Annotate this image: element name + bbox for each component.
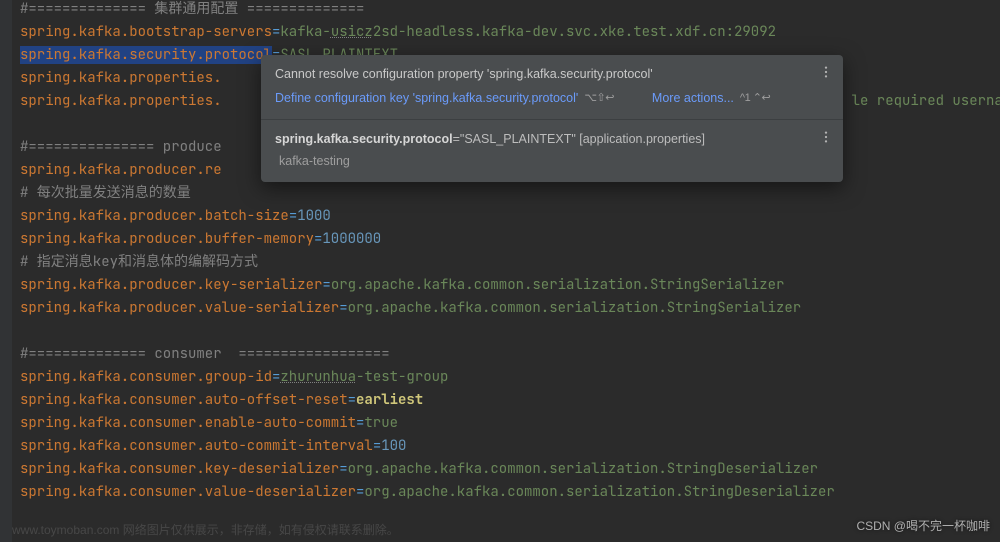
prop-val-typo: usicz [331, 23, 373, 41]
prop-key-selected: spring.kafka.security.protocol [20, 46, 272, 64]
popup-title: Cannot resolve configuration property 's… [275, 65, 829, 83]
shortcut-label: ^1 ⌃↩ [740, 89, 770, 107]
equals: = [289, 207, 297, 225]
prop-val: org.apache.kafka.common.serialization.St… [364, 483, 834, 501]
prop-key: spring.kafka.producer.batch-size [20, 207, 289, 225]
comment-line: #============== consumer ===============… [20, 345, 390, 363]
prop-val: org.apache.kafka.common.serialization.St… [348, 460, 818, 478]
prop-val: org.apache.kafka.common.serialization.St… [331, 276, 785, 294]
prop-key: spring.kafka.consumer.value-deserializer [20, 483, 356, 501]
prop-key: spring.kafka.properties. [20, 69, 222, 87]
equals: = [373, 437, 381, 455]
prop-key: spring.kafka.producer.re [20, 161, 222, 179]
prop-key: spring.kafka.producer.value-serializer [20, 299, 339, 317]
equals: = [322, 276, 330, 294]
prop-num: 1000 [297, 207, 331, 225]
popup-property-line: spring.kafka.security.protocol="SASL_PLA… [275, 130, 829, 148]
prop-num: 100 [381, 437, 406, 455]
prop-key: spring.kafka.consumer.key-deserializer [20, 460, 339, 478]
prop-key: spring.kafka.consumer.enable-auto-commit [20, 414, 356, 432]
prop-val: 2sd-headless.kafka-dev.svc.xke.test.xdf.… [373, 23, 776, 41]
prop-val-bold: earliest [356, 391, 423, 409]
prop-val: kafka- [280, 23, 330, 41]
equals: = [348, 391, 356, 409]
equals: = [339, 299, 347, 317]
comment-line: #=============== produce [20, 138, 222, 156]
equals: = [339, 460, 347, 478]
prop-val: true [364, 414, 398, 432]
prop-key: spring.kafka.consumer.group-id [20, 368, 272, 386]
prop-key: spring.kafka.bootstrap-servers [20, 23, 272, 41]
prop-val: le required userna [852, 92, 1000, 110]
prop-val-typo: zhurunhua [280, 368, 356, 386]
shortcut-label: ⌥⇧↩ [584, 89, 614, 107]
bottom-notice: www.toymoban.com 网络图片仅供展示，非存储，如有侵权请联系删除。 [12, 519, 399, 542]
more-menu-icon[interactable] [819, 130, 833, 144]
define-config-link[interactable]: Define configuration key 'spring.kafka.s… [275, 89, 578, 107]
prop-key: spring.kafka.consumer.auto-commit-interv… [20, 437, 373, 455]
prop-key: spring.kafka.producer.buffer-memory [20, 230, 314, 248]
prop-num: 1000000 [322, 230, 381, 248]
inspection-popup: Cannot resolve configuration property 's… [261, 55, 843, 182]
popup-module: kafka-testing [275, 152, 829, 170]
prop-key: spring.kafka.properties. [20, 92, 222, 110]
more-actions-link[interactable]: More actions... [652, 89, 734, 107]
comment-line: # 每次批量发送消息的数量 [20, 184, 191, 202]
watermark-text: CSDN @喝不完一杯咖啡 [856, 515, 990, 538]
comment-line: # 指定消息key和消息体的编解码方式 [20, 253, 258, 271]
prop-key: spring.kafka.consumer.auto-offset-reset [20, 391, 348, 409]
prop-key: spring.kafka.producer.key-serializer [20, 276, 322, 294]
prop-val: -test-group [356, 368, 448, 386]
prop-val: org.apache.kafka.common.serialization.St… [348, 299, 802, 317]
comment-line: #============== 集群通用配置 ============== [20, 0, 364, 18]
more-menu-icon[interactable] [819, 65, 833, 79]
editor-gutter [0, 0, 12, 542]
